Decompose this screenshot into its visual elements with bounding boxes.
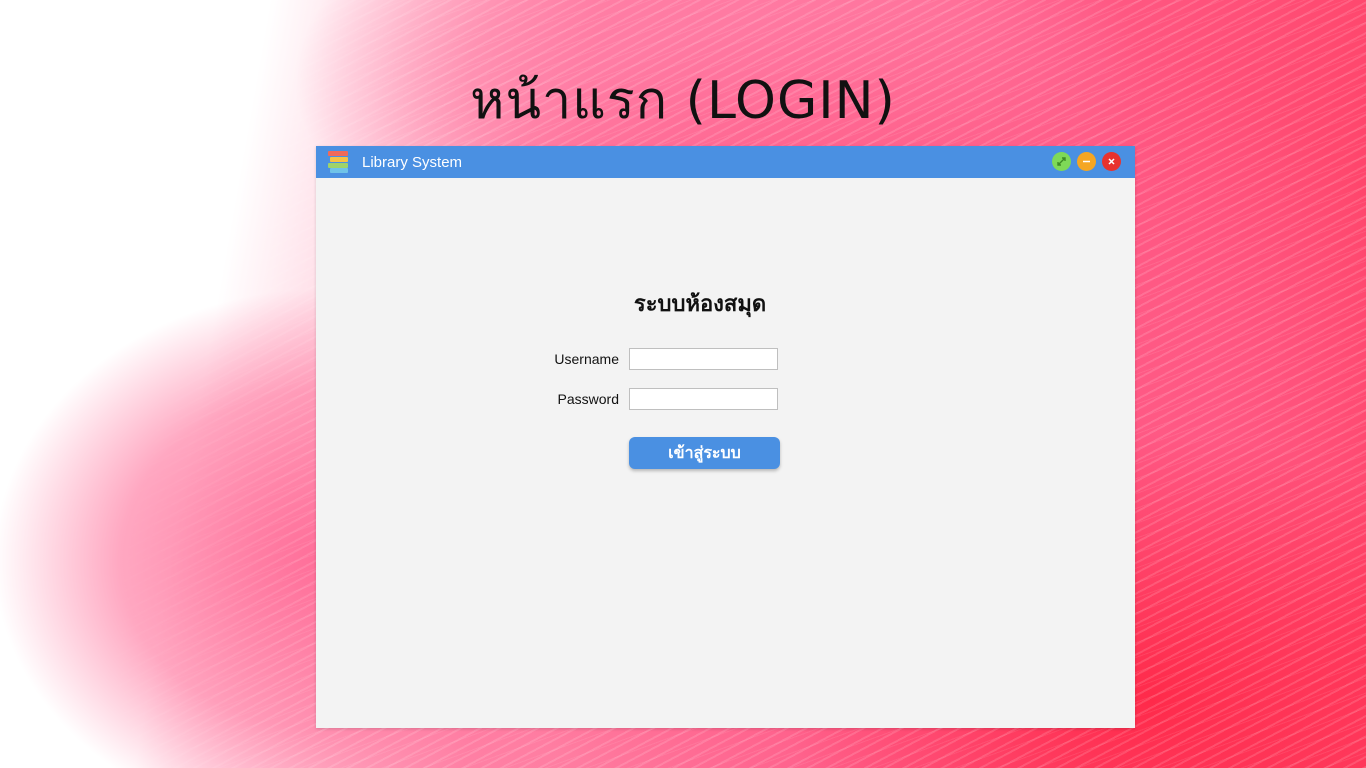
slide-title: หน้าแรก (LOGIN) <box>470 71 896 131</box>
username-label: Username <box>554 351 619 367</box>
form-heading: ระบบห้องสมุด <box>633 292 767 317</box>
books-icon <box>328 151 350 173</box>
login-button[interactable]: เข้าสู่ระบบ <box>629 437 780 469</box>
close-icon[interactable] <box>1102 152 1121 171</box>
password-label: Password <box>557 391 619 407</box>
window-title: Library System <box>362 153 463 171</box>
login-panel: ระบบห้องสมุด Username Password เข้าสู่ระ… <box>316 178 1135 728</box>
password-field[interactable] <box>629 388 778 410</box>
minus-icon[interactable] <box>1077 152 1096 171</box>
window-controls <box>1052 152 1121 171</box>
app-window: Library System ระบบห้องสมุด Username Pas… <box>316 146 1135 728</box>
window-titlebar[interactable]: Library System <box>316 146 1135 178</box>
username-field[interactable] <box>629 348 778 370</box>
expand-icon[interactable] <box>1052 152 1071 171</box>
